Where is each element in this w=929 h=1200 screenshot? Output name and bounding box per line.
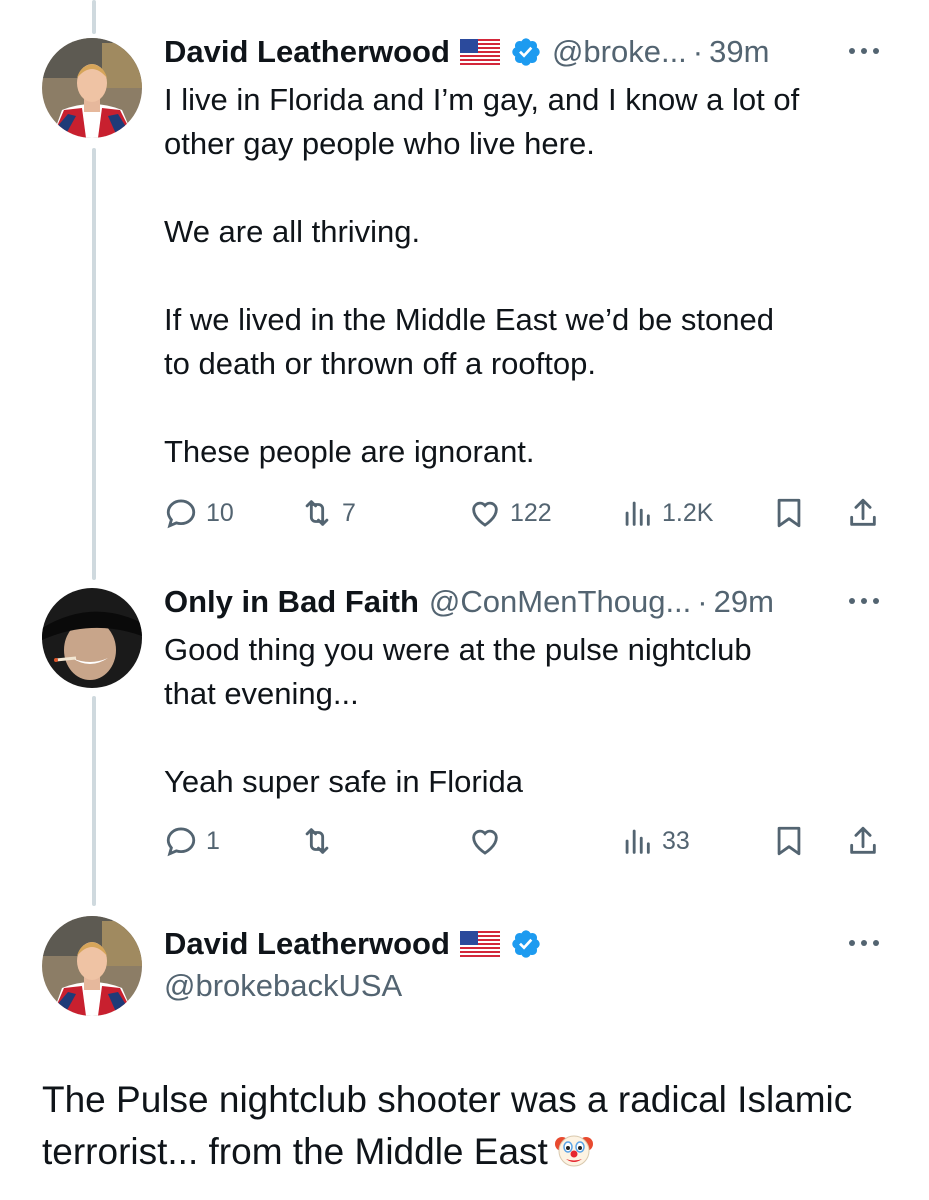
separator-dot: · xyxy=(692,34,704,69)
action-bar: 1 33 xyxy=(164,824,885,864)
retweet-button[interactable]: 7 xyxy=(300,496,356,530)
verified-icon xyxy=(512,930,540,958)
like-icon xyxy=(472,829,498,855)
us-flag-icon xyxy=(459,39,500,65)
views-count: 33 xyxy=(662,826,690,855)
reply-button[interactable]: 10 xyxy=(164,496,234,530)
action-bar: 10 7 122 1.2K xyxy=(164,496,885,536)
clown-emoji xyxy=(554,1135,593,1167)
avatar-david-image xyxy=(42,38,142,138)
author-handle[interactable]: @broke... xyxy=(552,34,687,70)
avatar[interactable] xyxy=(42,916,142,1016)
bookmark-icon xyxy=(777,826,801,856)
more-icon[interactable] xyxy=(847,596,881,606)
retweet-icon xyxy=(305,828,329,854)
retweet-count: 7 xyxy=(342,498,356,527)
share-icon xyxy=(850,826,876,854)
views-count: 1.2K xyxy=(662,498,714,527)
tweet-text: I live in Florida and I’m gay, and I kno… xyxy=(164,82,800,469)
verified-icon xyxy=(512,38,540,66)
share-button[interactable] xyxy=(846,824,880,858)
avatar-david-image xyxy=(42,916,142,1016)
timestamp[interactable]: 29m xyxy=(714,584,774,620)
tweet-text-container: The Pulse nightclub shooter was a radica… xyxy=(42,1074,899,1178)
reply-icon xyxy=(166,499,196,529)
reply-icon xyxy=(166,827,196,857)
share-button[interactable] xyxy=(846,496,880,530)
bookmark-icon xyxy=(777,498,801,528)
reply-button[interactable]: 1 xyxy=(164,824,220,858)
author-handle[interactable]: @brokebackUSA xyxy=(164,968,402,1004)
reply-count: 1 xyxy=(206,826,220,855)
timestamp[interactable]: 39m xyxy=(709,34,769,70)
avatar[interactable] xyxy=(42,38,142,138)
us-flag-icon xyxy=(459,931,500,957)
tweet-text: Good thing you were at the pulse nightcl… xyxy=(164,632,752,799)
thread-line-1 xyxy=(92,148,96,580)
views-icon xyxy=(625,501,650,526)
thread-line-2 xyxy=(92,696,96,906)
like-icon xyxy=(472,501,498,527)
tweet-header: Only in Bad Faith @ConMenThoug... · 29m xyxy=(164,582,869,622)
share-icon xyxy=(850,498,876,526)
views-button[interactable]: 1.2K xyxy=(620,496,713,530)
avatar-only-in-bad-faith-image xyxy=(42,588,142,688)
like-count: 122 xyxy=(510,498,552,527)
avatar[interactable] xyxy=(42,588,142,688)
reply-count: 10 xyxy=(206,498,234,527)
bookmark-button[interactable] xyxy=(772,496,806,530)
author-name[interactable]: David Leatherwood xyxy=(164,926,450,962)
like-button[interactable]: 122 xyxy=(468,496,552,530)
like-button[interactable] xyxy=(468,824,510,858)
retweet-icon xyxy=(305,500,329,526)
thread-line-top xyxy=(92,0,96,34)
tweet-header: David Leatherwood xyxy=(164,924,869,964)
bookmark-button[interactable] xyxy=(772,824,806,858)
tweet-header: David Leatherwood @broke... · 39m xyxy=(164,32,869,72)
views-button[interactable]: 33 xyxy=(620,824,690,858)
retweet-button[interactable] xyxy=(300,824,342,858)
separator-dot: · xyxy=(697,584,708,619)
views-icon xyxy=(625,829,650,854)
author-handle[interactable]: @ConMenThoug... xyxy=(429,584,691,620)
author-name[interactable]: Only in Bad Faith xyxy=(164,584,419,620)
author-name[interactable]: David Leatherwood xyxy=(164,34,450,70)
more-icon[interactable] xyxy=(847,46,881,56)
tweet-text: The Pulse nightclub shooter was a radica… xyxy=(42,1079,853,1172)
more-icon[interactable] xyxy=(847,938,881,948)
